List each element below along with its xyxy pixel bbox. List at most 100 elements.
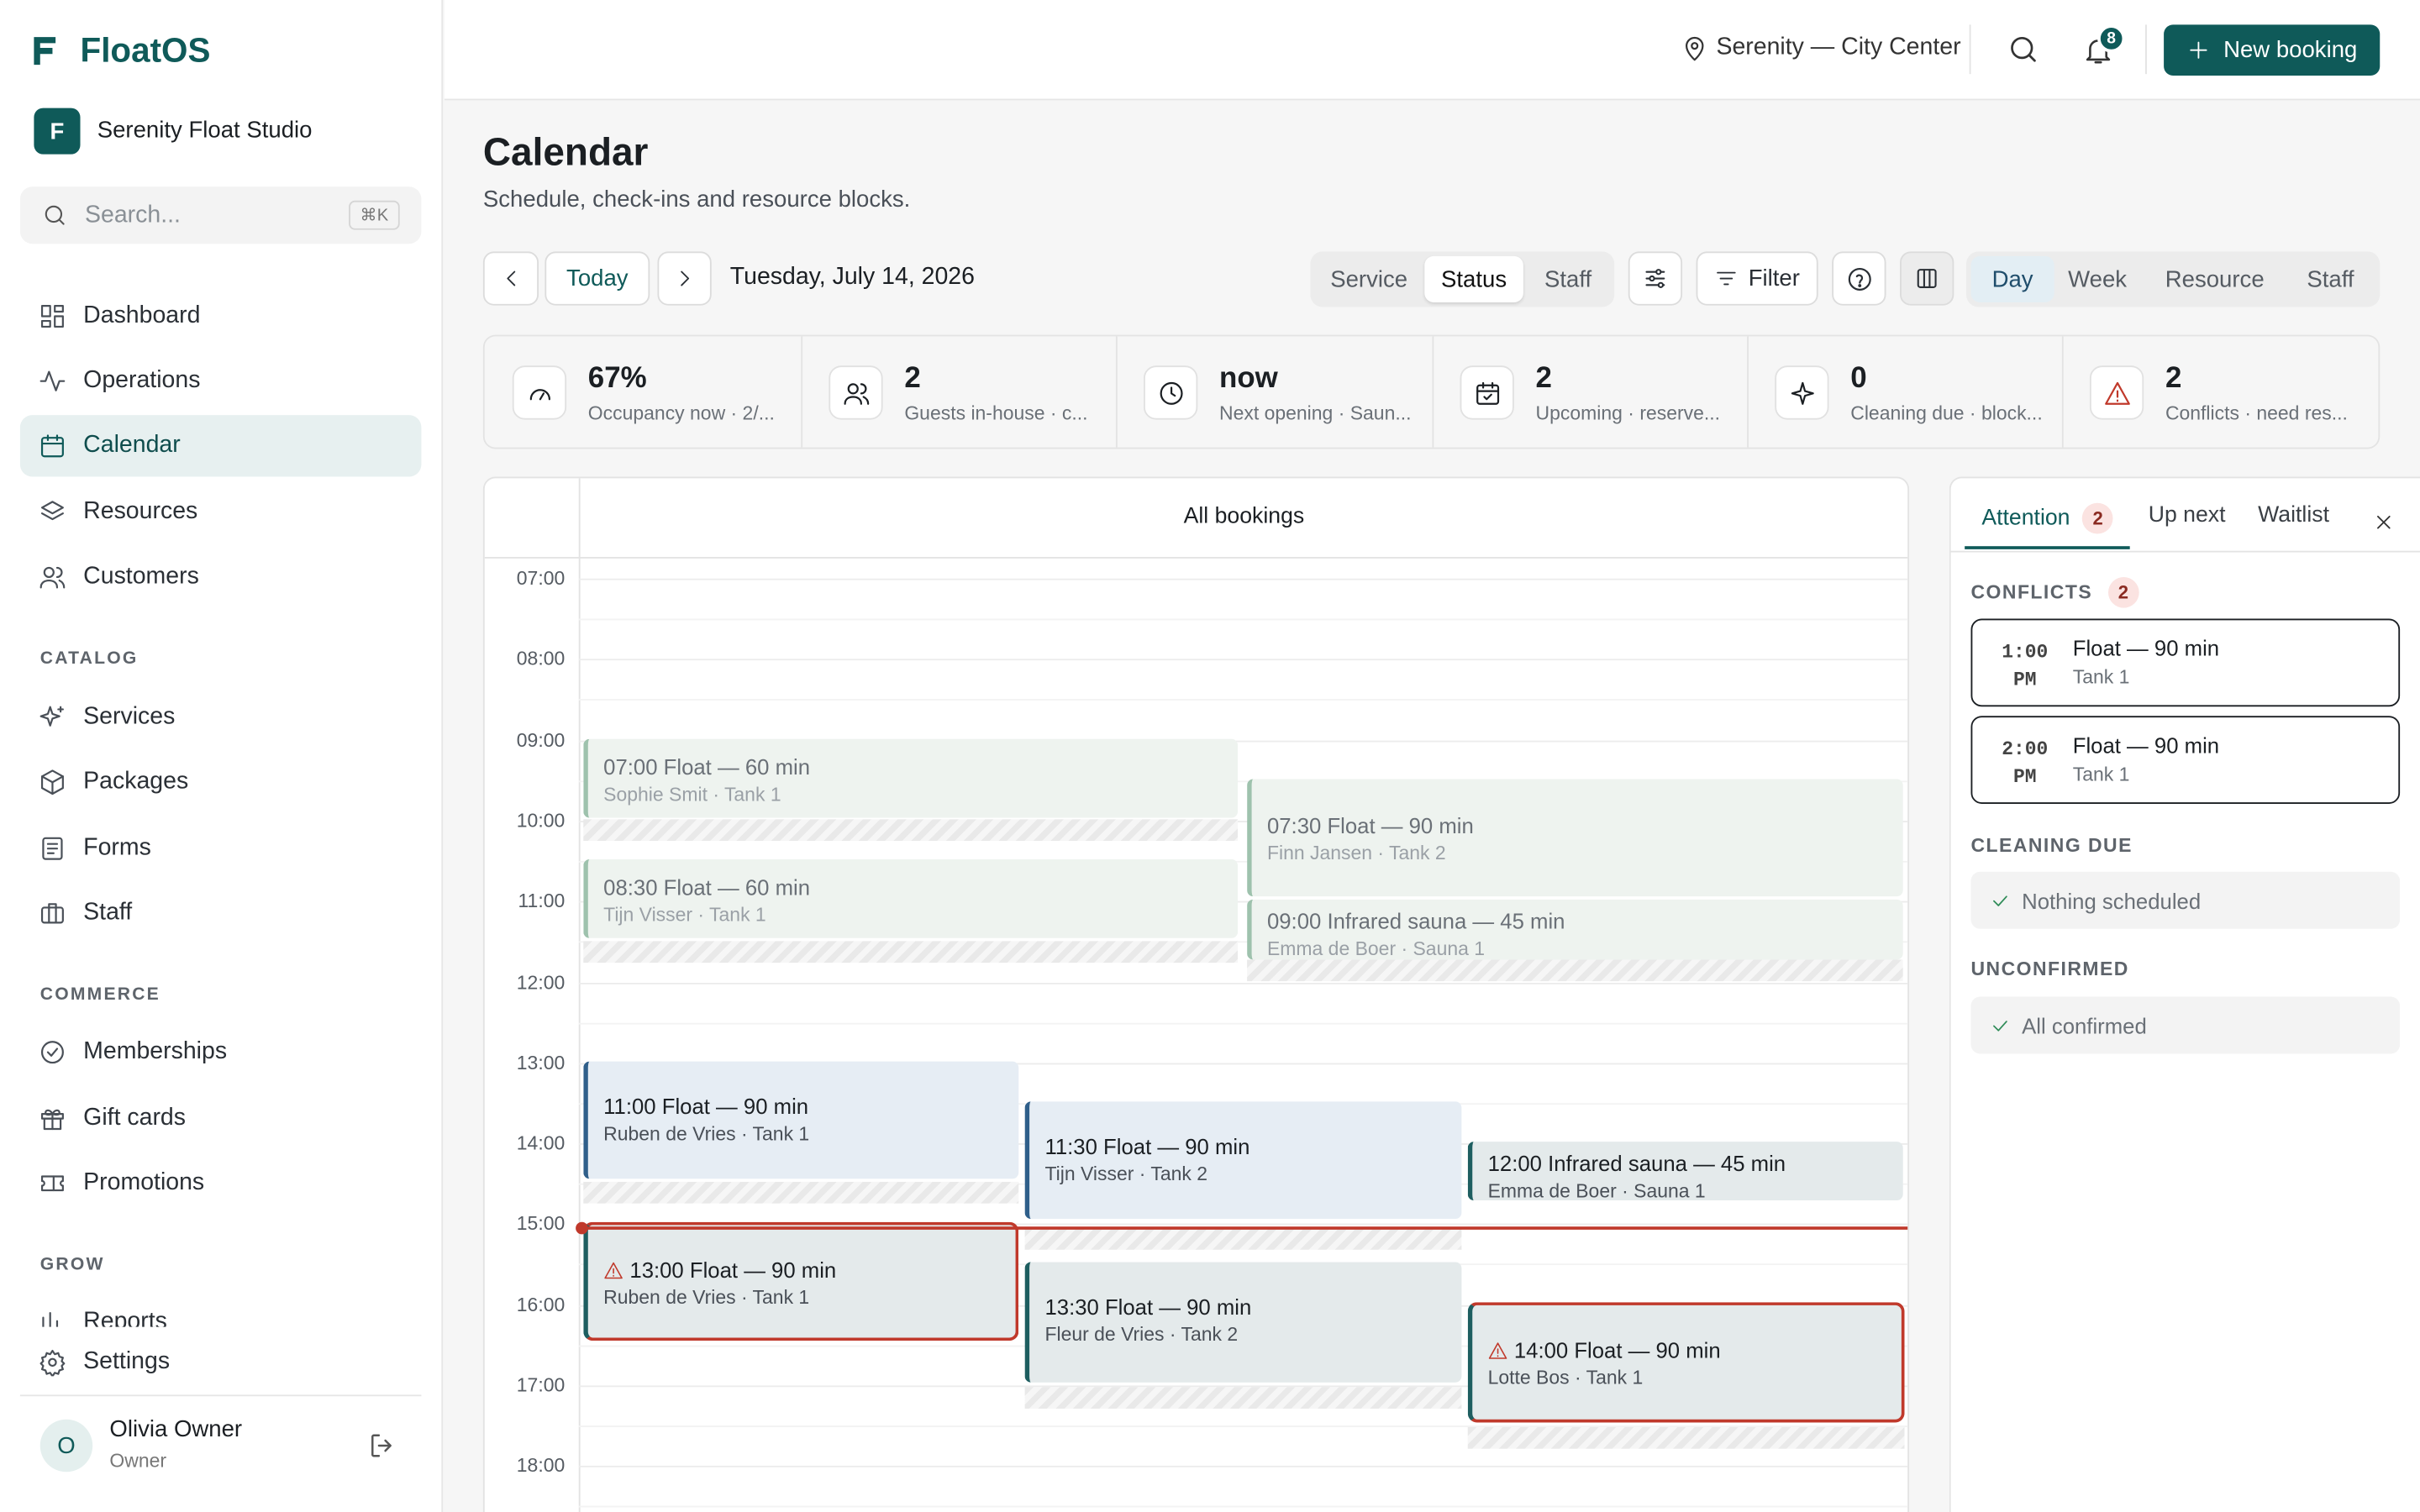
booking-subtitle: Emma de Boer · Sauna 1 [1266, 937, 1486, 960]
tab-attention[interactable]: Attention 2 [1981, 502, 2113, 534]
nav-label: Staff [83, 899, 133, 927]
section-title: CONFLICTS [1970, 581, 2093, 604]
briefcase-icon [40, 903, 64, 924]
booking-subtitle: Tijn Visser · Tank 2 [1044, 1163, 1208, 1185]
studio-name[interactable]: Serenity Float Studio [97, 118, 313, 144]
nav-memberships[interactable]: Memberships [20, 1021, 422, 1083]
help-circle-icon [1847, 267, 1870, 291]
kpi-icon-box [829, 365, 883, 420]
time-value: 2:00 [2002, 738, 2049, 761]
close-icon[interactable] [2372, 511, 2396, 534]
filter-button[interactable]: Filter [1696, 251, 1818, 306]
booking-block[interactable]: 11:00 Float — 90 min Ruben de Vries · Ta… [583, 1061, 1019, 1179]
conflict-card[interactable]: 1:00 PM Float — 90 min Tank 1 [1970, 618, 2401, 707]
search-placeholder: Search... [85, 202, 181, 228]
nav-label: Services [83, 703, 176, 730]
nav-promotions[interactable]: Promotions [20, 1152, 422, 1214]
adjustments-button[interactable] [1628, 251, 1683, 306]
app-logo[interactable]: FloatOS [31, 31, 211, 71]
tab-waitlist[interactable]: Waitlist [2258, 503, 2329, 528]
nav-reports-clip: Reports [20, 1296, 422, 1327]
user-role: Owner [109, 1450, 167, 1473]
nav-calendar[interactable]: Calendar [19, 415, 422, 477]
divider [1950, 550, 2420, 553]
hour-label: 11:00 [518, 890, 566, 912]
view-week[interactable]: Week [2056, 256, 2139, 302]
buffer-block [1024, 1228, 1462, 1250]
kpi-cleaning[interactable]: 0 Cleaning due · block... [1749, 336, 2065, 447]
top-bar: Serenity — City Center 8 New booking [444, 0, 2420, 101]
help-button[interactable] [1832, 251, 1886, 306]
kpi-icon-box [2089, 365, 2144, 420]
sidebar: FloatOS F Serenity Float Studio Search..… [0, 0, 444, 1512]
conflict-card[interactable]: 2:00 PM Float — 90 min Tank 1 [1970, 716, 2401, 804]
divider [1969, 24, 1971, 75]
app-name: FloatOS [80, 30, 211, 70]
tab-up-next[interactable]: Up next [2149, 503, 2226, 528]
plus-icon [2189, 41, 2207, 59]
nav-label: Reports [83, 1308, 167, 1327]
kpi-value: now [1219, 362, 1278, 396]
calendar-check-icon [1476, 381, 1499, 404]
nav-resources[interactable]: Resources [20, 481, 422, 543]
view-day[interactable]: Day [1970, 255, 2054, 302]
check-circle-icon [40, 1041, 64, 1064]
nav-gift-cards[interactable]: Gift cards [20, 1088, 422, 1149]
logout-icon[interactable] [367, 1431, 398, 1462]
kpi-label: Guests in-house · c... [904, 402, 1088, 425]
booking-block[interactable]: 12:00 Infrared sauna — 45 min Emma de Bo… [1467, 1142, 1903, 1200]
kpi-next-opening[interactable]: now Next opening · Saun... [1118, 336, 1434, 447]
warning-icon [604, 1261, 623, 1278]
color-by-staff[interactable]: Staff [1527, 256, 1610, 302]
prev-day-button[interactable] [482, 251, 539, 306]
booking-subtitle: Ruben de Vries · Tank 1 [603, 1123, 810, 1145]
next-day-button[interactable] [657, 251, 712, 306]
view-resource[interactable]: Resource [2145, 256, 2284, 302]
booking-block[interactable]: 07:30 Float — 90 min Finn Jansen · Tank … [1247, 779, 1903, 897]
columns-toggle-button[interactable] [1900, 251, 1954, 306]
hour-label: 08:00 [516, 648, 566, 670]
nav-label: Packages [83, 768, 189, 795]
search-input[interactable]: Search... ⌘K [19, 186, 422, 244]
search-icon[interactable] [2007, 33, 2040, 66]
booking-subtitle: Ruben de Vries · Tank 1 [603, 1286, 810, 1309]
kpi-guests[interactable]: 2 Guests in-house · c... [802, 336, 1119, 447]
current-date: Tuesday, July 14, 2026 [729, 264, 975, 291]
nav-reports[interactable]: Reports [20, 1296, 422, 1327]
gear-icon [39, 1349, 66, 1377]
kpi-conflicts[interactable]: 2 Conflicts · need res... [2064, 336, 2381, 447]
color-by-status[interactable]: Status [1424, 255, 1523, 302]
booking-block[interactable]: 09:00 Infrared sauna — 45 min Emma de Bo… [1247, 899, 1903, 960]
nav-forms[interactable]: Forms [20, 817, 422, 879]
kpi-occupancy[interactable]: 67% Occupancy now · 2/... [487, 336, 803, 447]
booking-title: 11:00 Float — 90 min [603, 1094, 809, 1119]
kpi-upcoming[interactable]: 2 Upcoming · reserve... [1434, 336, 1750, 447]
nav-label: Customers [83, 563, 199, 590]
nav-services[interactable]: Services [20, 686, 422, 748]
booking-subtitle: Sophie Smit · Tank 1 [603, 784, 781, 806]
nav-packages[interactable]: Packages [20, 751, 422, 812]
view-staff[interactable]: Staff [2287, 256, 2374, 302]
booking-block[interactable]: 07:00 Float — 60 min Sophie Smit · Tank … [583, 738, 1239, 818]
avatar[interactable]: O [39, 1419, 93, 1473]
nav-staff[interactable]: Staff [20, 883, 422, 944]
nav-dashboard[interactable]: Dashboard [20, 286, 422, 347]
conflict-time: 2:00 PM [1999, 736, 2051, 791]
hour-label: 10:00 [516, 810, 566, 832]
nav-operations[interactable]: Operations [20, 350, 422, 412]
booking-block[interactable]: 13:30 Float — 90 min Fleur de Vries · Ta… [1024, 1262, 1462, 1383]
location-selector[interactable]: Serenity — City Center [1716, 34, 1960, 61]
column-header: All bookings [1183, 504, 1305, 529]
booking-block-conflict[interactable]: 14:00 Float — 90 min Lotte Bos · Tank 1 [1467, 1302, 1905, 1423]
booking-block[interactable]: 11:30 Float — 90 min Tijn Visser · Tank … [1024, 1101, 1462, 1220]
booking-title: 14:00 Float — 90 min [1513, 1337, 1721, 1362]
today-button[interactable]: Today [544, 251, 650, 306]
kpi-label: Upcoming · reserve... [1535, 402, 1721, 425]
booking-block[interactable]: 08:30 Float — 60 min Tijn Visser · Tank … [583, 859, 1239, 938]
new-booking-button[interactable]: New booking [2164, 24, 2381, 76]
booking-subtitle: Finn Jansen · Tank 2 [1266, 842, 1446, 864]
nav-customers[interactable]: Customers [20, 546, 422, 607]
nav-settings[interactable]: Settings [20, 1331, 422, 1393]
booking-block-conflict[interactable]: 13:00 Float — 90 min Ruben de Vries · Ta… [583, 1221, 1019, 1341]
color-by-service[interactable]: Service [1315, 256, 1423, 302]
